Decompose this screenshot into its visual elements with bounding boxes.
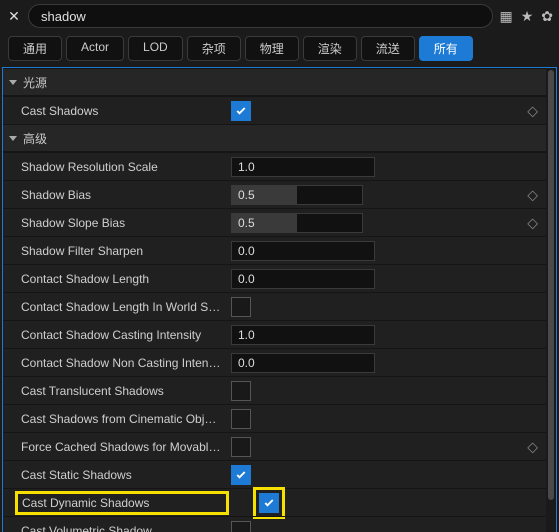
input-contact-shadow-length[interactable]: 0.0 bbox=[231, 269, 375, 289]
close-search-icon[interactable]: ✕ bbox=[6, 8, 22, 25]
topbar: ✕ ▦ ★ ✿ bbox=[0, 0, 559, 32]
row-cast-cinematic: Cast Shadows from Cinematic Obje... bbox=[3, 404, 546, 432]
reset-icon[interactable]: ◇ bbox=[527, 438, 538, 455]
label-cast-translucent: Cast Translucent Shadows bbox=[21, 384, 221, 398]
input-shadow-filter-sharpen[interactable]: 0.0 bbox=[231, 241, 375, 261]
label-cast-volumetric: Cast Volumetric Shadow bbox=[21, 524, 221, 532]
reset-icon[interactable]: ◇ bbox=[527, 102, 538, 119]
tab-lod[interactable]: LOD bbox=[128, 36, 183, 61]
row-cast-translucent: Cast Translucent Shadows bbox=[3, 376, 546, 404]
grid-icon[interactable]: ▦ bbox=[499, 8, 512, 25]
tab-all[interactable]: 所有 bbox=[419, 36, 473, 61]
properties-list: 光源 Cast Shadows ◇ 高级 Shadow Resolution S… bbox=[3, 68, 546, 532]
scrollbar-thumb[interactable] bbox=[548, 70, 554, 500]
row-cast-volumetric: Cast Volumetric Shadow bbox=[3, 516, 546, 532]
checkbox-contact-shadow-length-ws[interactable] bbox=[231, 297, 251, 317]
input-contact-shadow-casting[interactable]: 1.0 bbox=[231, 325, 375, 345]
search-box[interactable] bbox=[28, 4, 493, 28]
details-panel: ✕ ▦ ★ ✿ 通用 Actor LOD 杂项 物理 渲染 流送 所有 光源 C… bbox=[0, 0, 559, 532]
label-force-cached: Force Cached Shadows for Movable... bbox=[21, 440, 221, 454]
row-force-cached: Force Cached Shadows for Movable... ◇ bbox=[3, 432, 546, 460]
label-cast-static: Cast Static Shadows bbox=[21, 468, 221, 482]
label-contact-shadow-noncasting: Contact Shadow Non Casting Intensity bbox=[21, 356, 221, 370]
tab-general[interactable]: 通用 bbox=[8, 36, 62, 61]
section-advanced[interactable]: 高级 bbox=[3, 124, 546, 152]
slider-shadow-bias[interactable]: 0.5 bbox=[231, 185, 363, 205]
label-cast-dynamic: Cast Dynamic Shadows bbox=[22, 496, 222, 510]
checkbox-cast-dynamic[interactable] bbox=[259, 493, 279, 513]
reset-icon[interactable]: ◇ bbox=[527, 214, 538, 231]
tab-streaming[interactable]: 流送 bbox=[361, 36, 415, 61]
input-contact-shadow-noncasting[interactable]: 0.0 bbox=[231, 353, 375, 373]
row-contact-shadow-noncasting: Contact Shadow Non Casting Intensity 0.0 bbox=[3, 348, 546, 376]
label-contact-shadow-length-ws: Contact Shadow Length In World Spa... bbox=[21, 300, 221, 314]
row-contact-shadow-length: Contact Shadow Length 0.0 bbox=[3, 264, 546, 292]
checkbox-cast-shadows[interactable] bbox=[231, 101, 251, 121]
label-cast-shadows: Cast Shadows bbox=[21, 104, 221, 118]
row-cast-static: Cast Static Shadows bbox=[3, 460, 546, 488]
checkbox-cast-static[interactable] bbox=[231, 465, 251, 485]
tab-rendering[interactable]: 渲染 bbox=[303, 36, 357, 61]
checkbox-cast-volumetric[interactable] bbox=[231, 521, 251, 532]
label-contact-shadow-casting: Contact Shadow Casting Intensity bbox=[21, 328, 221, 342]
row-cast-dynamic: Cast Dynamic Shadows bbox=[3, 488, 546, 516]
favorite-icon[interactable]: ★ bbox=[521, 8, 534, 25]
row-cast-shadows: Cast Shadows ◇ bbox=[3, 96, 546, 124]
row-shadow-bias: Shadow Bias 0.5 ◇ bbox=[3, 180, 546, 208]
section-light-label: 光源 bbox=[23, 74, 47, 91]
label-shadow-slope-bias: Shadow Slope Bias bbox=[21, 216, 221, 230]
label-shadow-res-scale: Shadow Resolution Scale bbox=[21, 160, 221, 174]
highlight-label: Cast Dynamic Shadows bbox=[15, 491, 229, 515]
slider-shadow-slope-bias[interactable]: 0.5 bbox=[231, 213, 363, 233]
scrollbar[interactable] bbox=[546, 68, 556, 532]
label-shadow-bias: Shadow Bias bbox=[21, 188, 221, 202]
checkbox-force-cached[interactable] bbox=[231, 437, 251, 457]
search-input[interactable] bbox=[39, 8, 482, 25]
highlight-checkbox bbox=[253, 487, 285, 519]
tab-actor[interactable]: Actor bbox=[66, 36, 124, 61]
row-contact-shadow-length-ws: Contact Shadow Length In World Spa... bbox=[3, 292, 546, 320]
input-shadow-res-scale[interactable]: 1.0 bbox=[231, 157, 375, 177]
label-contact-shadow-length: Contact Shadow Length bbox=[21, 272, 221, 286]
category-tabs: 通用 Actor LOD 杂项 物理 渲染 流送 所有 bbox=[0, 32, 559, 67]
checkbox-cast-cinematic[interactable] bbox=[231, 409, 251, 429]
chevron-down-icon bbox=[9, 80, 17, 85]
row-shadow-res-scale: Shadow Resolution Scale 1.0 bbox=[3, 152, 546, 180]
checkbox-cast-translucent[interactable] bbox=[231, 381, 251, 401]
label-shadow-filter-sharpen: Shadow Filter Sharpen bbox=[21, 244, 221, 258]
section-advanced-label: 高级 bbox=[23, 130, 47, 147]
tab-misc[interactable]: 杂项 bbox=[187, 36, 241, 61]
row-contact-shadow-casting: Contact Shadow Casting Intensity 1.0 bbox=[3, 320, 546, 348]
tab-physics[interactable]: 物理 bbox=[245, 36, 299, 61]
chevron-down-icon bbox=[9, 136, 17, 141]
row-shadow-slope-bias: Shadow Slope Bias 0.5 ◇ bbox=[3, 208, 546, 236]
properties-panel: 光源 Cast Shadows ◇ 高级 Shadow Resolution S… bbox=[2, 67, 557, 532]
row-shadow-filter-sharpen: Shadow Filter Sharpen 0.0 bbox=[3, 236, 546, 264]
reset-icon[interactable]: ◇ bbox=[527, 186, 538, 203]
settings-icon[interactable]: ✿ bbox=[541, 8, 553, 25]
label-cast-cinematic: Cast Shadows from Cinematic Obje... bbox=[21, 412, 221, 426]
section-light[interactable]: 光源 bbox=[3, 68, 546, 96]
